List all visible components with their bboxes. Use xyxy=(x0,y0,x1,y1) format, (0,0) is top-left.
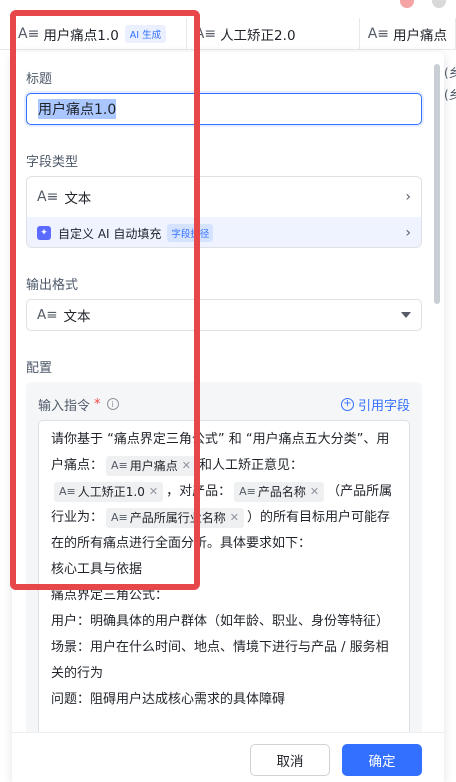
prompt-line: 场景：用户在什么时间、地点、情境下进行与产品 / 服务相关的行为 xyxy=(51,640,389,681)
tab-user-pain-1[interactable]: A≡ 用户痛点1.0 AI 生成 xyxy=(0,18,187,50)
close-icon[interactable]: ✕ xyxy=(149,482,158,502)
close-icon[interactable]: ✕ xyxy=(310,482,319,502)
text-field-icon: A≡ xyxy=(367,26,389,42)
text-field-icon: A≡ xyxy=(37,189,59,205)
panel-scrollbar[interactable] xyxy=(434,64,440,304)
window-status xyxy=(400,0,446,8)
text-field-icon: A≡ xyxy=(239,484,256,498)
prompt-line: 用户：明确具体的用户群体（如年龄、职业、身份等特征） xyxy=(51,614,390,629)
tab-label: 人工矫正2.0 xyxy=(220,28,296,44)
prompt-line: 问题：阻碍用户达成核心需求的具体障碍 xyxy=(51,692,286,707)
panel-scroll-area[interactable]: 标题 用户痛点1.0 字段类型 A≡ 文本 › ✦ 自定义 AI 自动填充 字段… xyxy=(12,52,444,732)
text-field-icon: A≡ xyxy=(37,307,58,323)
tab-label: 用户痛点1.0 xyxy=(43,28,119,44)
chip-label: 产品所属行业名称 xyxy=(129,510,226,525)
instruction-label: 输入指令 xyxy=(38,398,91,414)
chip-label: 人工矫正1.0 xyxy=(77,484,145,499)
background-cell: (乡 xyxy=(444,66,456,80)
chip-label: 用户痛点 xyxy=(129,458,178,473)
field-type-label: 字段类型 xyxy=(26,155,79,170)
title-input[interactable]: 用户痛点1.0 xyxy=(26,93,422,125)
background-cell: (乡 xyxy=(444,88,456,102)
chevron-right-icon: › xyxy=(405,225,411,241)
field-type-value: 文本 xyxy=(64,191,92,207)
field-type-selector: A≡ 文本 › ✦ 自定义 AI 自动填充 字段捷径 › xyxy=(26,176,422,248)
ai-sparkle-icon: ✦ xyxy=(37,226,51,240)
chip-label: 产品名称 xyxy=(257,484,306,499)
instruction-editor[interactable]: 请你基于 “痛点界定三角公式” 和 “用户痛点五大分类”、用户痛点： A≡ 用户痛点… xyxy=(38,420,410,732)
text-field-icon: A≡ xyxy=(111,458,128,472)
tab-user-pain[interactable]: A≡ 用户痛点 xyxy=(360,18,456,50)
background-column: (乡 (乡 xyxy=(444,62,456,106)
prompt-text: ，对产品： xyxy=(166,484,232,499)
cancel-button[interactable]: 取消 xyxy=(250,744,330,776)
ai-autofill-option[interactable]: ✦ 自定义 AI 自动填充 字段捷径 › xyxy=(27,217,421,247)
field-edit-panel: 标题 用户痛点1.0 字段类型 A≡ 文本 › ✦ 自定义 AI 自动填充 字段… xyxy=(12,52,444,782)
config-section: 输入指令 * i + 引用字段 请你基于 “痛点界定三角公式” 和 “用户痛点五… xyxy=(26,382,422,732)
close-icon[interactable]: ✕ xyxy=(182,456,191,476)
config-label: 配置 xyxy=(26,361,53,376)
settings-indicator-icon xyxy=(432,0,446,8)
field-chip-product-name[interactable]: A≡ 产品名称 ✕ xyxy=(234,481,325,502)
caret-down-icon xyxy=(401,312,411,318)
output-format-label: 输出格式 xyxy=(26,278,79,293)
field-chip-industry[interactable]: A≡ 产品所属行业名称 ✕ xyxy=(106,507,244,528)
field-type-option-text[interactable]: A≡ 文本 › xyxy=(27,177,421,217)
title-value: 用户痛点1.0 xyxy=(38,99,117,119)
record-indicator-icon xyxy=(400,0,414,8)
panel-footer: 取消 确定 xyxy=(12,732,444,782)
prompt-text: 和人工矫正意见： xyxy=(199,458,304,473)
plus-circle-icon: + xyxy=(340,397,354,411)
reference-field-button[interactable]: + 引用字段 xyxy=(340,395,410,414)
ai-generated-badge: AI 生成 xyxy=(124,25,167,43)
text-field-icon: A≡ xyxy=(111,510,128,524)
field-shortcut-tag: 字段捷径 xyxy=(167,224,214,242)
info-icon[interactable]: i xyxy=(106,398,119,410)
field-chip-manual-correction[interactable]: A≡ 人工矫正1.0 ✕ xyxy=(54,481,164,502)
required-mark: * xyxy=(94,396,101,412)
text-field-icon: A≡ xyxy=(194,26,217,42)
field-chip-user-pain[interactable]: A≡ 用户痛点 ✕ xyxy=(106,455,196,476)
text-field-icon: A≡ xyxy=(59,484,76,498)
reference-field-label: 引用字段 xyxy=(357,398,410,414)
tab-label: 用户痛点 xyxy=(393,28,447,44)
text-field-icon: A≡ xyxy=(18,26,40,42)
close-icon[interactable]: ✕ xyxy=(230,508,239,528)
ai-autofill-label: 自定义 AI 自动填充 xyxy=(58,226,162,241)
prompt-line: 痛点界定三角公式： xyxy=(51,588,169,603)
title-label: 标题 xyxy=(26,72,53,87)
output-format-select[interactable]: A≡ 文本 xyxy=(26,299,422,331)
chevron-right-icon: › xyxy=(405,189,411,205)
prompt-paragraph: 请你基于 “痛点界定三角公式” 和 “用户痛点五大分类”、用户痛点： A≡ 用户痛点… xyxy=(51,427,397,557)
output-format-value: 文本 xyxy=(63,309,91,325)
confirm-button[interactable]: 确定 xyxy=(342,744,422,776)
tab-manual-correction-2[interactable]: A≡ 人工矫正2.0 xyxy=(187,18,360,50)
prompt-line: 核心工具与依据 xyxy=(51,562,143,577)
